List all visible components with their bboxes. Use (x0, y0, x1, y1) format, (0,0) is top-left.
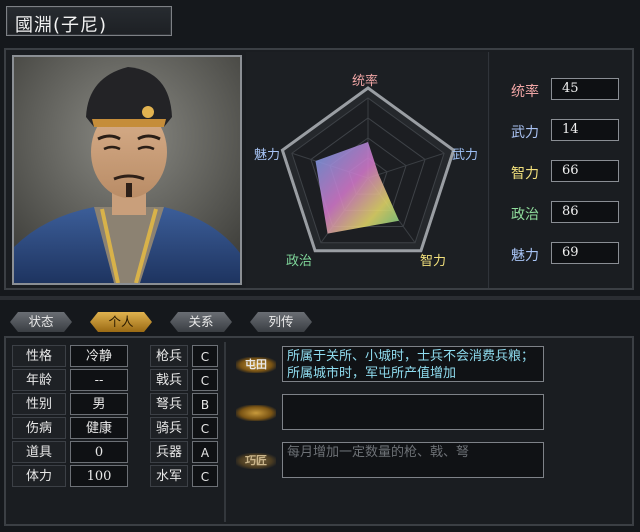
stat-row-charm: 魅力 69 (495, 242, 625, 266)
tab-relations[interactable]: 关系 (170, 312, 232, 332)
stat-name: 统率 (511, 84, 539, 100)
stat-name: 政治 (511, 207, 539, 223)
portrait-illustration (14, 57, 240, 283)
aptitude-grade: A (192, 441, 218, 463)
info-value: 男 (70, 393, 128, 415)
bottom-panel: 性格 冷静 年龄 -- 性别男 伤病 健康 道具 0 体力 100 枪兵 C 戟兵 C 弩兵 B… (4, 336, 634, 526)
info-value: 健康 (70, 417, 128, 439)
officer-portrait (12, 55, 242, 285)
stat-value: 69 (551, 242, 619, 264)
radar-label-leadership: 统率 (352, 74, 379, 89)
skill-slot-2[interactable] (232, 394, 544, 432)
info-row: 年龄 -- (12, 368, 130, 392)
info-key: 性别 (12, 393, 66, 415)
info-key: 体力 (12, 465, 66, 487)
info-key: 性格 (12, 345, 66, 367)
stat-row-politics: 政治 86 (495, 201, 625, 225)
info-key: 伤病 (12, 417, 66, 439)
skill-slot-3[interactable]: 巧匠 每月增加一定数量的枪、戟、弩 (232, 442, 544, 480)
officer-name: 國淵(子尼) (15, 15, 108, 36)
skill-badge-empty (236, 405, 276, 421)
aptitude-grade: C (192, 345, 218, 367)
info-row: 性别男 (12, 392, 130, 416)
personal-info-table: 性格 冷静 年龄 -- 性别男 伤病 健康 道具 0 体力 100 (12, 344, 130, 488)
skill-slot-1[interactable]: 屯田 所属于关所、小城时，士兵不会消费兵粮；所属城市时，军屯所产值增加 (232, 346, 544, 384)
stat-name: 智力 (511, 166, 539, 182)
aptitude-row: 骑兵 C (150, 416, 222, 440)
info-key: 道具 (12, 441, 66, 463)
aptitude-row: 戟兵 C (150, 368, 222, 392)
stat-name: 魅力 (511, 248, 539, 264)
skill-description: 每月增加一定数量的枪、戟、弩 (282, 442, 544, 478)
vertical-separator (224, 342, 226, 522)
stat-value: 66 (551, 160, 619, 182)
aptitude-grade: C (192, 369, 218, 391)
top-panel: 统率 武力 智力 政治 魅力 统率 45 武力 14 智力 66 政治 86 魅… (4, 48, 634, 290)
skill-description (282, 394, 544, 430)
aptitude-grade: C (192, 465, 218, 487)
skill-badge: 屯田 (236, 357, 276, 373)
tab-status[interactable]: 状态 (10, 312, 72, 332)
info-row: 性格 冷静 (12, 344, 130, 368)
stat-value: 45 (551, 78, 619, 100)
radar-label-war: 武力 (452, 148, 479, 163)
aptitude-key: 弩兵 (150, 393, 188, 415)
aptitude-row: 水军 C (150, 464, 222, 488)
aptitude-grade: B (192, 393, 218, 415)
stat-row-leadership: 统率 45 (495, 78, 625, 102)
stats-list: 统率 45 武力 14 智力 66 政治 86 魅力 69 (488, 52, 630, 288)
aptitude-grade: C (192, 417, 218, 439)
info-row: 伤病 健康 (12, 416, 130, 440)
info-row: 体力 100 (12, 464, 130, 488)
aptitude-key: 兵器 (150, 441, 188, 463)
troop-aptitude-table: 枪兵 C 戟兵 C 弩兵 B 骑兵 C 兵器 A 水军 C (150, 344, 222, 488)
radar-label-intel: 智力 (420, 254, 447, 269)
aptitude-key: 水军 (150, 465, 188, 487)
aptitude-row: 弩兵 B (150, 392, 222, 416)
stat-value: 14 (551, 119, 619, 141)
section-divider (0, 296, 640, 300)
aptitude-row: 枪兵 C (150, 344, 222, 368)
tab-personal[interactable]: 个人 (90, 312, 152, 332)
radar-label-charm: 魅力 (254, 148, 281, 163)
skill-description: 所属于关所、小城时，士兵不会消费兵粮；所属城市时，军屯所产值增加 (282, 346, 544, 382)
stat-name: 武力 (511, 125, 539, 141)
radar-label-politics: 政治 (286, 254, 313, 269)
skill-badge: 巧匠 (236, 453, 276, 469)
info-key: 年龄 (12, 369, 66, 391)
info-value: 100 (70, 465, 128, 487)
attribute-radar: 统率 武力 智力 政治 魅力 (246, 52, 490, 288)
info-value: 0 (70, 441, 128, 463)
info-value: 冷静 (70, 345, 128, 367)
stat-row-intel: 智力 66 (495, 160, 625, 184)
stat-row-war: 武力 14 (495, 119, 625, 143)
aptitude-row: 兵器 A (150, 440, 222, 464)
aptitude-key: 骑兵 (150, 417, 188, 439)
aptitude-key: 枪兵 (150, 345, 188, 367)
officer-screen: 國淵(子尼) 统率 武力 智力 政治 魅力 统率 45 武力 14 智力 66 … (0, 0, 640, 532)
tab-biography[interactable]: 列传 (250, 312, 312, 332)
officer-name-plate: 國淵(子尼) (6, 6, 172, 36)
aptitude-key: 戟兵 (150, 369, 188, 391)
stat-value: 86 (551, 201, 619, 223)
info-row: 道具 0 (12, 440, 130, 464)
info-value: -- (70, 369, 128, 391)
